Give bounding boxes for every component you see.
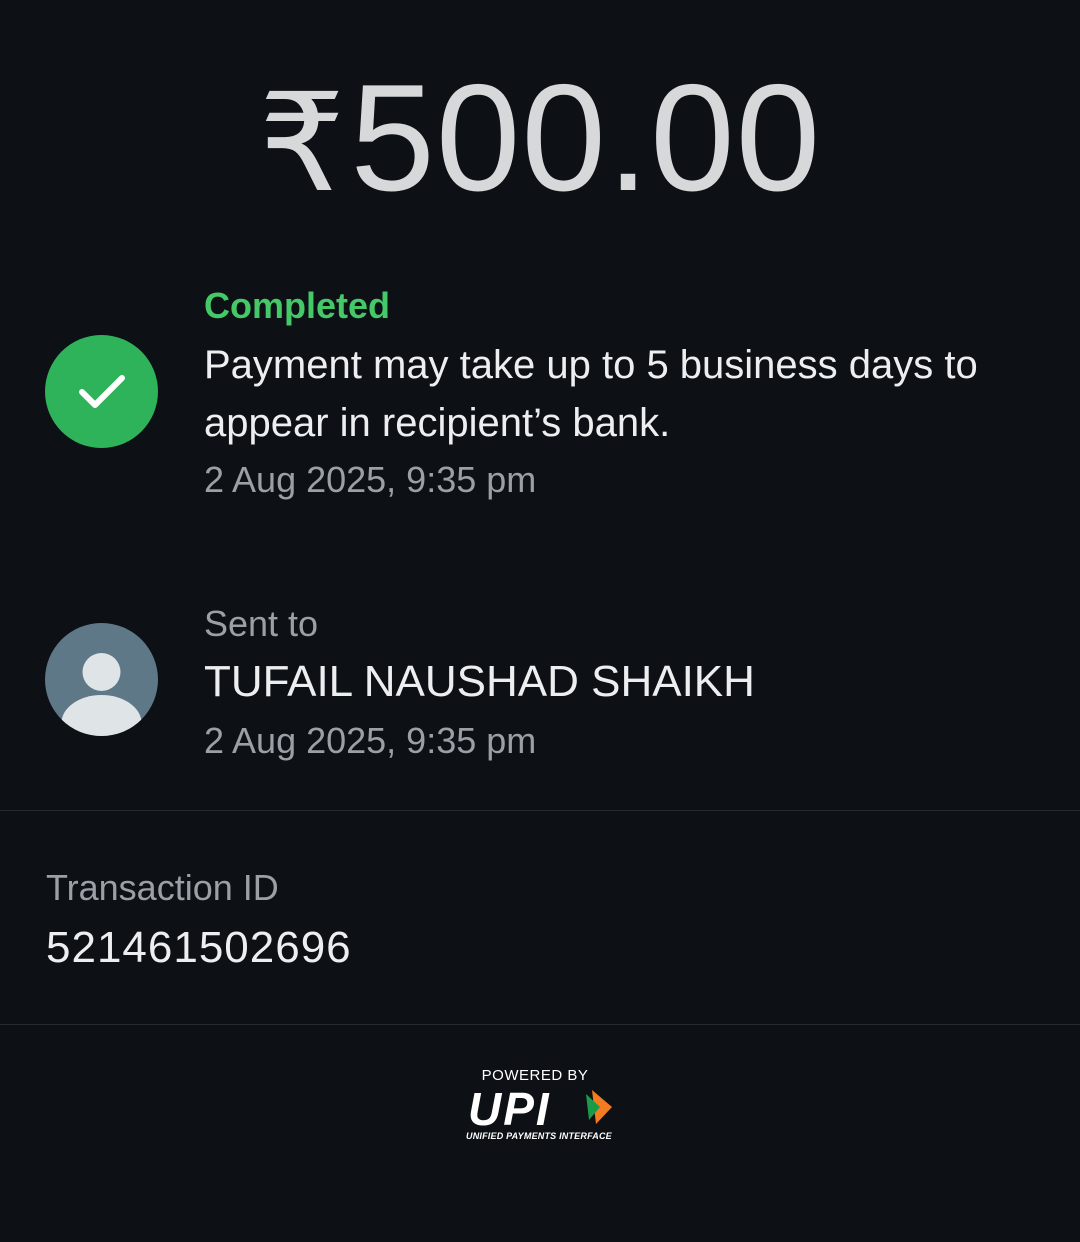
transaction-id-value[interactable]: 521461502696 bbox=[46, 920, 352, 976]
person-avatar-icon bbox=[61, 653, 142, 736]
sent-to-label: Sent to bbox=[204, 603, 319, 644]
status-message: Payment may take up to 5 business days t… bbox=[204, 343, 978, 445]
success-status-badge bbox=[45, 335, 158, 448]
payment-amount: ₹500.00 bbox=[0, 58, 1080, 224]
transaction-id-label: Transaction ID bbox=[46, 867, 279, 908]
check-icon bbox=[79, 375, 125, 408]
upi-logo: POWERED BY UPI UNIFIED PAYMENTS INTERFAC… bbox=[460, 1066, 620, 1146]
divider bbox=[0, 810, 1080, 811]
sent-timestamp: 2 Aug 2025, 9:35 pm bbox=[204, 720, 537, 761]
currency-symbol: ₹ bbox=[258, 65, 347, 223]
upi-subtitle: UNIFIED PAYMENTS INTERFACE bbox=[466, 1131, 612, 1141]
status-timestamp: 2 Aug 2025, 9:35 pm bbox=[204, 459, 537, 500]
amount-value: 500.00 bbox=[350, 53, 822, 223]
status-label: Completed bbox=[204, 285, 391, 326]
avatar[interactable] bbox=[45, 623, 158, 736]
upi-arrow-icon bbox=[586, 1090, 612, 1124]
divider bbox=[0, 1024, 1080, 1025]
upi-brand: UPI bbox=[468, 1083, 551, 1135]
recipient-name[interactable]: TUFAIL NAUSHAD SHAIKH bbox=[204, 654, 755, 710]
